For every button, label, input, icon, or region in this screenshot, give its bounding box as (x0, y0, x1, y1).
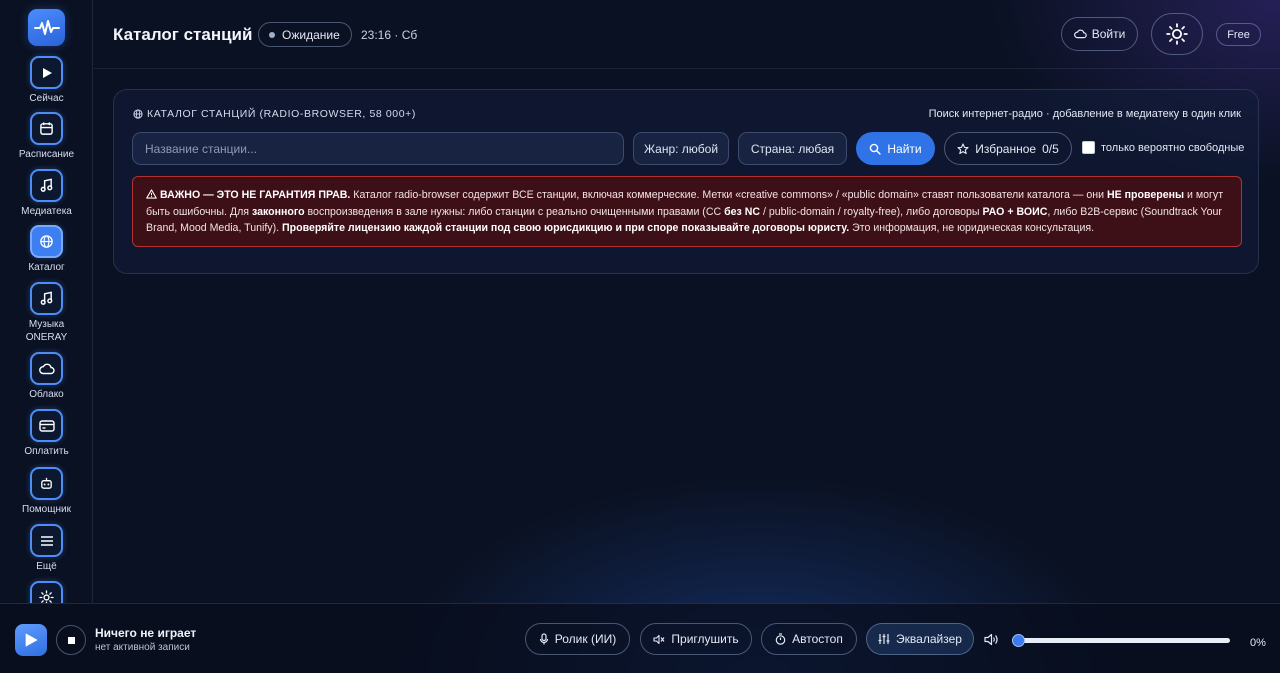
find-label: Найти (887, 141, 922, 156)
favorites-button[interactable]: Избранное 0/5 (944, 132, 1072, 165)
page-title: Каталог станций (113, 25, 253, 44)
login-button[interactable]: Войти (1061, 17, 1138, 51)
equalizer-icon (878, 634, 890, 644)
promo-ai-label: Ролик (ИИ) (554, 632, 617, 646)
warning-emphasis: Проверяйте лицензию каждой станции под с… (282, 222, 850, 234)
autostop-label: Автостоп (792, 632, 843, 646)
microphone-icon (539, 633, 548, 645)
music-note-icon (40, 178, 53, 192)
sidebar-item-label: Медиатека (21, 206, 72, 217)
warning-text: Каталог radio-browser содержит ВСЕ станц… (350, 189, 1107, 201)
warning-text: / public-domain / royalty-free), либо до… (760, 205, 983, 218)
sidebar-item-cloud[interactable]: Облако (0, 352, 92, 401)
warning-emphasis: РАО + ВОИС (982, 205, 1048, 218)
status-dot-icon (269, 31, 275, 38)
mute-button[interactable]: Приглушить (640, 623, 752, 655)
checkbox-box[interactable] (1082, 141, 1095, 154)
sidebar-item-label: Облако (29, 389, 64, 400)
sidebar-item-settings[interactable] (0, 581, 92, 603)
now-playing-title: Ничего не играет (95, 626, 197, 640)
favorites-label: Избранное (975, 141, 1037, 156)
credit-card-icon (38, 419, 55, 432)
login-label: Войти (1091, 27, 1126, 41)
robot-icon (41, 477, 52, 489)
stop-icon (67, 636, 75, 644)
play-icon (42, 67, 52, 78)
stop-button[interactable] (56, 625, 86, 655)
volume-icon[interactable] (984, 633, 999, 646)
calendar-icon (40, 122, 53, 135)
sidebar: Сейчас Расписание Медиатека Каталог Музы… (0, 0, 93, 603)
autostop-button[interactable]: Автостоп (761, 623, 857, 655)
license-warning: ВАЖНО — ЭТО НЕ ГАРАНТИЯ ПРАВ. Каталог ra… (132, 176, 1242, 247)
timer-icon (775, 633, 786, 645)
sidebar-item-assistant[interactable]: Помощник (0, 467, 92, 516)
globe-icon (40, 235, 53, 248)
sidebar-item-catalog[interactable]: Каталог (0, 225, 92, 274)
warning-emphasis: НЕ проверены (1107, 189, 1185, 201)
volume-percent: 0% (1250, 637, 1266, 649)
sidebar-item-pay[interactable]: Оплатить (0, 409, 92, 458)
equalizer-button[interactable]: Эквалайзер (866, 623, 974, 655)
sidebar-item-label: Помощник (22, 504, 71, 515)
sidebar-item-library[interactable]: Медиатека (0, 169, 92, 218)
equalizer-label: Эквалайзер (896, 632, 962, 646)
warning-text: Это информация, не юридическая консульта… (849, 222, 1095, 234)
player-bar: Ничего не играет нет активной записи Рол… (0, 603, 1280, 673)
favorites-count: 0/5 (1042, 141, 1059, 156)
volume-slider-thumb[interactable] (1012, 634, 1025, 647)
waveform-icon (33, 19, 60, 35)
sidebar-item-schedule[interactable]: Расписание (0, 112, 92, 161)
menu-icon (40, 535, 53, 546)
catalog-title: КАТАЛОГ СТАНЦИЙ (RADIO-BROWSER, 58 000+) (133, 108, 416, 120)
sidebar-item-oneray-music[interactable]: Музыка ONERAY (0, 282, 92, 344)
cloud-icon (1073, 29, 1087, 39)
sidebar-item-label: Ещё (36, 561, 57, 572)
top-header: Каталог станций Ожидание 23:16 · Сб Войт… (94, 0, 1280, 69)
plan-badge: Free (1216, 23, 1261, 46)
app-logo[interactable] (28, 9, 65, 46)
station-search-input[interactable] (132, 132, 624, 165)
warning-emphasis: законного (251, 205, 305, 218)
sidebar-item-label: Оплатить (24, 446, 69, 457)
warning-heading: ВАЖНО — ЭТО НЕ ГАРАНТИЯ ПРАВ. (159, 189, 351, 201)
sidebar-item-label: Сейчас (29, 93, 64, 104)
globe-icon (133, 109, 143, 119)
sidebar-item-more[interactable]: Ещё (0, 524, 92, 573)
theme-toggle-button[interactable] (1151, 13, 1203, 55)
volume-slider[interactable] (1012, 634, 1230, 647)
clock: 23:16 · Сб (361, 28, 418, 42)
free-only-checkbox[interactable]: только вероятно свободные (1082, 141, 1244, 154)
speaker-mute-icon (653, 634, 665, 644)
music-note-icon (40, 291, 53, 305)
cloud-icon (38, 363, 55, 374)
catalog-title-text: КАТАЛОГ СТАНЦИЙ (RADIO-BROWSER, 58 000+) (147, 108, 417, 120)
sidebar-item-now[interactable]: Сейчас (0, 56, 92, 105)
status-text: Ожидание (282, 27, 340, 42)
country-filter[interactable]: Страна: любая (738, 132, 847, 165)
genre-filter[interactable]: Жанр: любой (633, 132, 729, 165)
sidebar-item-label: Музыка ONERAY (25, 319, 68, 343)
catalog-subtitle: Поиск интернет-радио · добавление в меди… (928, 108, 1241, 120)
sun-icon (1166, 23, 1188, 45)
catalog-panel: КАТАЛОГ СТАНЦИЙ (RADIO-BROWSER, 58 000+)… (113, 89, 1259, 274)
find-button[interactable]: Найти (856, 132, 935, 165)
warning-text: воспроизведения в зале нужны: либо станц… (304, 205, 725, 218)
sidebar-item-label: Расписание (18, 149, 75, 160)
play-button[interactable] (15, 624, 47, 656)
star-icon (957, 142, 969, 154)
now-playing-subtitle: нет активной записи (95, 642, 190, 653)
warning-triangle-icon (146, 189, 157, 199)
warning-emphasis: без NC (724, 205, 761, 218)
status-badge: Ожидание (258, 22, 352, 47)
sun-icon (39, 590, 54, 603)
free-only-label: только вероятно свободные (1101, 141, 1245, 154)
promo-ai-button[interactable]: Ролик (ИИ) (525, 623, 630, 655)
search-icon (870, 143, 882, 155)
sidebar-item-label: Каталог (28, 262, 65, 273)
mute-label: Приглушить (671, 632, 739, 646)
play-icon (25, 633, 38, 647)
